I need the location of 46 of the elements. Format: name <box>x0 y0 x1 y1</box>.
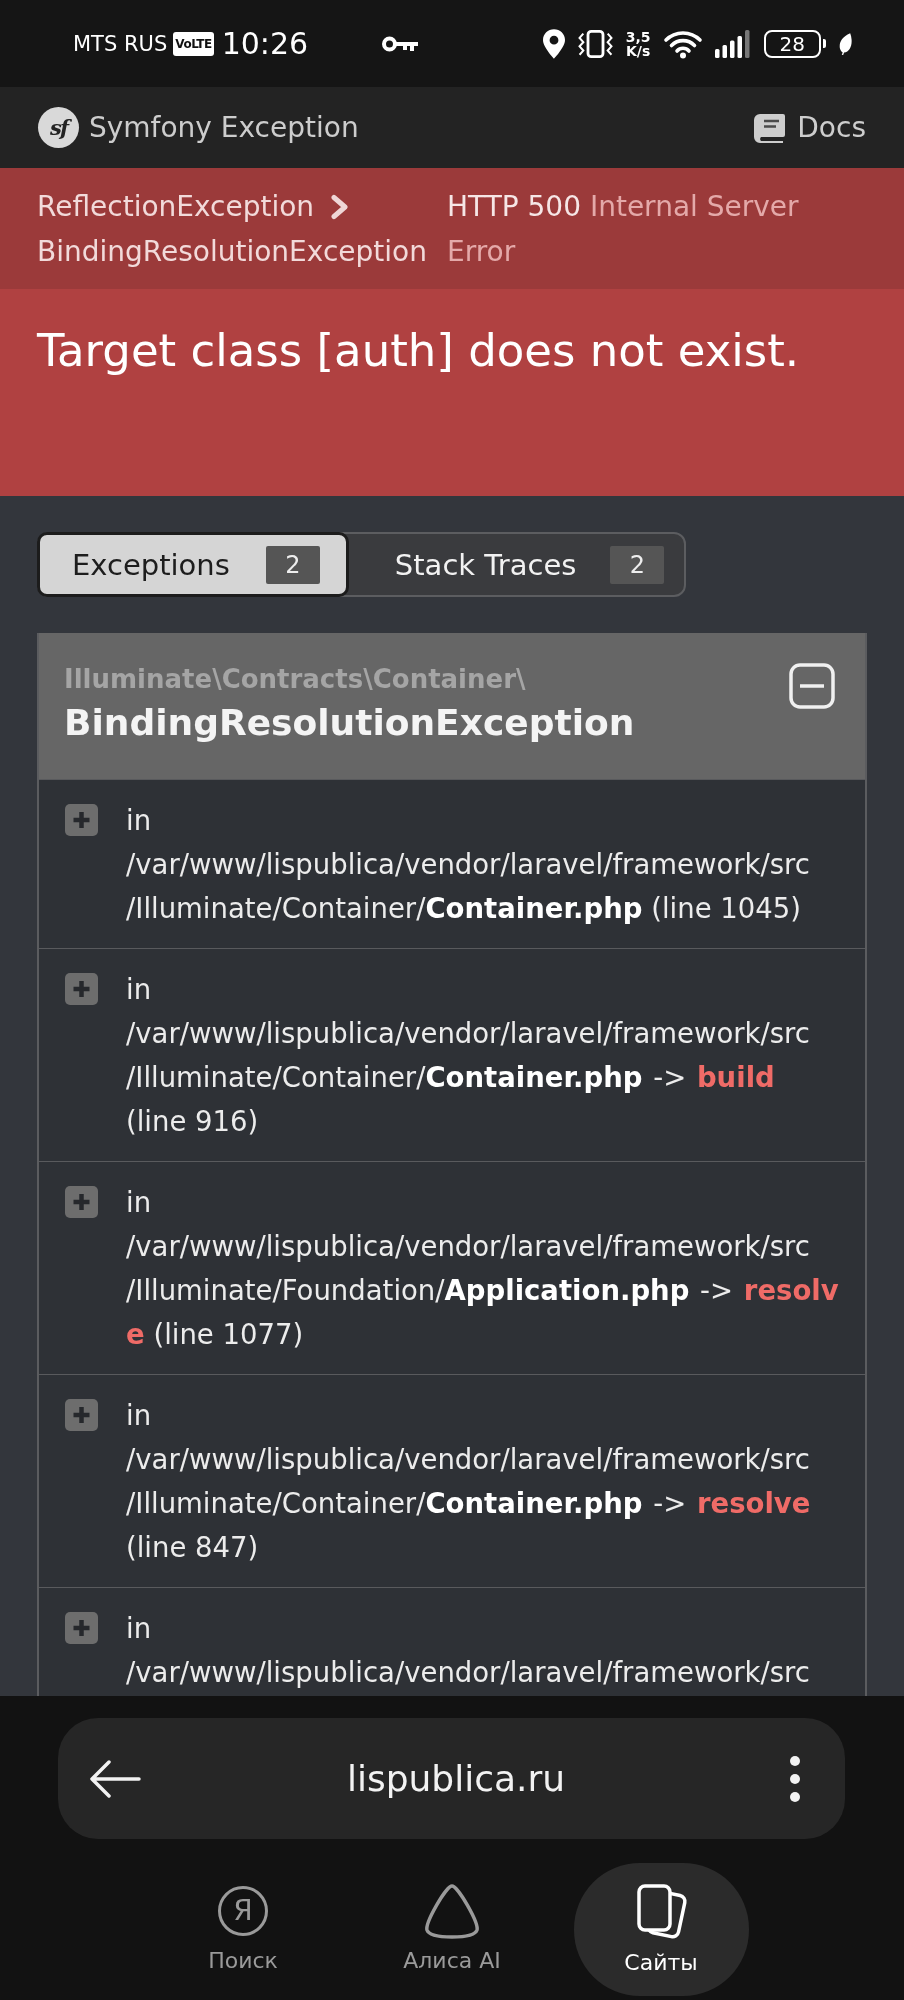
nav-tab[interactable]: Сайты <box>573 1863 749 1996</box>
trace-file-path: in /var/www/lispublica/vendor/laravel/framework/src <box>126 1611 811 1690</box>
key-icon <box>382 34 419 53</box>
exception-class-name: BindingResolutionException <box>37 234 427 270</box>
plus-box-icon[interactable] <box>65 1186 98 1218</box>
nav-tab[interactable]: Алиса AI <box>364 1863 540 1996</box>
chevron-right-icon <box>330 193 350 220</box>
app-logo: sf <box>38 107 79 148</box>
trace-file-path: in /var/www/lispublica/vendor/laravel/framework/src/Illuminate/Container/Container.php -> build (line 916) <box>126 972 811 1139</box>
more-options-icon[interactable] <box>789 1755 801 1802</box>
battery-indicator: 28 <box>763 29 826 58</box>
exception-namespace: Illuminate\Contracts\Container\ <box>64 663 527 696</box>
minus-box-icon[interactable] <box>789 663 835 709</box>
volte-indicator: VoLTE <box>173 31 214 56</box>
wifi-icon <box>662 28 703 59</box>
exception-class: BindingResolutionException <box>64 701 636 745</box>
docs-link[interactable]: Docs <box>752 111 866 144</box>
carrier-name: MTS RUS <box>73 31 168 56</box>
leaf-icon <box>838 32 853 55</box>
http-status: HTTP 500 Internal Server Error <box>447 189 800 270</box>
search-logo: Я <box>218 1886 268 1936</box>
nav-tab[interactable]: Я Поиск <box>155 1863 331 1996</box>
error-message: Target class [auth] does not exist. <box>37 324 801 378</box>
clock-time: 10:26 <box>221 26 309 61</box>
network-speed-value: 3,5 <box>625 29 651 44</box>
back-arrow-icon[interactable] <box>89 1758 141 1799</box>
trace-file-path: in /var/www/lispublica/vendor/laravel/framework/src/Illuminate/Container/Container.php -> resolve (line 847) <box>126 1398 812 1565</box>
tab[interactable]: Exceptions 2 <box>37 532 349 597</box>
count-badge: 2 <box>265 545 320 584</box>
plus-box-icon[interactable] <box>65 973 98 1005</box>
exception-class-name: ReflectionException <box>37 189 315 225</box>
url-text[interactable]: lispublica.ru <box>141 1758 789 1799</box>
count-badge: 2 <box>610 545 665 584</box>
page-title: Symfony Exception <box>89 111 359 144</box>
signal-bars-icon <box>714 29 752 58</box>
rounded-triangle-icon <box>423 1883 481 1939</box>
network-speed-unit: K/s <box>626 43 651 58</box>
plus-box-icon[interactable] <box>65 804 98 836</box>
plus-box-icon[interactable] <box>65 1612 98 1644</box>
tab[interactable]: Stack Traces 2 <box>348 534 685 595</box>
trace-file-path: in /var/www/lispublica/vendor/laravel/framework/src/Illuminate/Foundation/Application.php -> resolve (line 1077) <box>126 1185 840 1352</box>
trace-file-path: in /var/www/lispublica/vendor/laravel/framework/src/Illuminate/Container/Container.php (line 1045) <box>126 803 811 926</box>
book-icon <box>752 112 787 143</box>
plus-box-icon[interactable] <box>65 1399 98 1431</box>
vibrate-icon <box>576 28 614 59</box>
location-pin-icon <box>542 28 565 59</box>
